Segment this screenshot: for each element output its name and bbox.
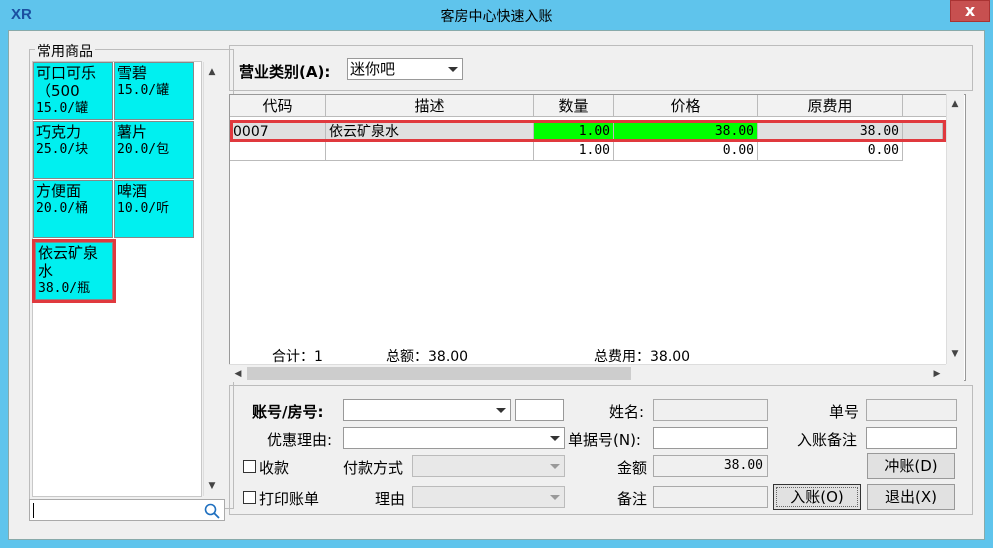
scroll-left-icon[interactable]: ◀: [230, 366, 246, 382]
receipt-no-label: 单据号(N):: [568, 431, 641, 449]
window-title: 客房中心快速入账: [440, 9, 553, 25]
cell-cost[interactable]: 0.00: [758, 142, 903, 161]
scroll-up-icon[interactable]: ▲: [947, 96, 963, 112]
payment-method-select[interactable]: [412, 455, 565, 477]
cell-code[interactable]: [230, 142, 326, 161]
footer-total-cost: 总费用：38.00: [594, 349, 691, 365]
product-tile[interactable]: 雪碧 15.0/罐: [114, 62, 194, 120]
business-type-panel: [229, 45, 973, 91]
print-bill-checkbox[interactable]: [243, 491, 256, 504]
post-charge-button[interactable]: 入账(O): [773, 484, 861, 510]
cell-filler: [903, 123, 943, 142]
account-label: 账号/房号:: [252, 403, 324, 421]
cell-desc[interactable]: 依云矿泉水: [326, 123, 534, 142]
receipt-no-input[interactable]: [653, 427, 768, 449]
scroll-thumb[interactable]: [247, 367, 631, 380]
product-tile[interactable]: 巧克力 25.0/块: [33, 121, 113, 179]
amount-field[interactable]: 38.00: [653, 455, 768, 477]
footer-total: 总额：38.00: [386, 349, 469, 365]
reason-select[interactable]: [412, 486, 565, 508]
cell-code[interactable]: 0007: [230, 123, 326, 142]
reverse-charge-button[interactable]: 冲账(D): [867, 453, 955, 479]
chevron-down-icon: [550, 436, 560, 441]
cell-price[interactable]: 38.00: [614, 123, 758, 142]
column-header-qty[interactable]: 数量: [534, 95, 614, 117]
chevron-down-icon: [496, 408, 506, 413]
name-label: 姓名:: [609, 403, 645, 421]
room-extra-field[interactable]: [515, 399, 564, 421]
text-caret: [33, 503, 34, 518]
grid-horizontal-scrollbar[interactable]: ◀ ▶: [229, 364, 946, 382]
scrollbar-corner: [946, 364, 964, 382]
product-tile[interactable]: 啤酒 10.0/听: [114, 180, 194, 238]
product-list-scrollbar[interactable]: ▲ ▼: [203, 62, 220, 496]
close-button[interactable]: x: [950, 0, 990, 22]
title-bar: XR 客房中心快速入账 x: [0, 0, 993, 30]
product-tile[interactable]: 方便面 20.0/桶: [33, 180, 113, 238]
product-tile[interactable]: 薯片 20.0/包: [114, 121, 194, 179]
footer-count: 合计：1: [272, 349, 323, 365]
table-row[interactable]: 0007 依云矿泉水 1.00 38.00 38.00: [230, 123, 950, 142]
business-type-label: 营业类别(A):: [239, 63, 331, 81]
column-header-filler: [903, 95, 950, 117]
account-room-select[interactable]: [343, 399, 511, 421]
search-icon[interactable]: [203, 502, 221, 520]
scroll-down-icon[interactable]: ▼: [947, 346, 963, 362]
guest-name-field[interactable]: [653, 399, 768, 421]
reason-label: 理由: [375, 490, 406, 508]
dialog-client-area: 常用商品 可口可乐（500 15.0/罐 雪碧 15.0/罐 巧克力 25.0/…: [8, 30, 985, 540]
column-header-code[interactable]: 代码: [230, 95, 326, 117]
column-header-price[interactable]: 价格: [614, 95, 758, 117]
amount-label: 金额: [617, 459, 648, 477]
chevron-down-icon: [550, 464, 560, 469]
chevron-down-icon: [550, 495, 560, 500]
scroll-up-icon[interactable]: ▲: [204, 64, 220, 80]
product-search-input[interactable]: [29, 499, 225, 521]
charge-items-grid: 代码 描述 数量 价格 原费用 0007 依云矿泉水 1.00 38.00 38…: [229, 94, 966, 381]
payment-method-label: 付款方式: [343, 459, 404, 477]
cell-cost[interactable]: 38.00: [758, 123, 903, 142]
posting-form-panel: [229, 385, 973, 515]
product-tile-list: 可口可乐（500 15.0/罐 雪碧 15.0/罐 巧克力 25.0/块 薯片 …: [32, 61, 220, 497]
product-tile-selected[interactable]: 依云矿泉水 38.0/瓶: [32, 239, 116, 303]
note-label: 备注: [617, 490, 648, 508]
scroll-down-icon[interactable]: ▼: [204, 478, 220, 494]
note-field[interactable]: [653, 486, 768, 508]
common-products-title: 常用商品: [35, 41, 95, 61]
scroll-right-icon[interactable]: ▶: [929, 366, 945, 382]
cell-qty[interactable]: 1.00: [534, 142, 614, 161]
chevron-down-icon: [448, 67, 458, 72]
order-no-label: 单号: [829, 403, 860, 421]
grid-vertical-scrollbar[interactable]: ▲ ▼: [946, 94, 964, 364]
column-header-desc[interactable]: 描述: [326, 95, 534, 117]
cell-desc[interactable]: [326, 142, 534, 161]
cell-price[interactable]: 0.00: [614, 142, 758, 161]
collect-payment-label: 收款: [259, 459, 290, 477]
posting-remark-label: 入账备注: [797, 431, 858, 449]
column-header-cost[interactable]: 原费用: [758, 95, 903, 117]
exit-button[interactable]: 退出(X): [867, 484, 955, 510]
print-bill-label: 打印账单: [259, 490, 320, 508]
table-row[interactable]: 1.00 0.00 0.00: [230, 142, 950, 161]
product-tile[interactable]: 可口可乐（500 15.0/罐: [33, 62, 113, 120]
business-type-select[interactable]: 迷你吧: [347, 58, 463, 80]
discount-reason-select[interactable]: [343, 427, 565, 449]
collect-payment-checkbox[interactable]: [243, 460, 256, 473]
grid-footer: 合计：1 总额：38.00 总费用：38.00: [230, 345, 760, 365]
order-no-field[interactable]: [866, 399, 957, 421]
grid-header: 代码 描述 数量 价格 原费用: [230, 95, 950, 117]
business-type-value: 迷你吧: [350, 60, 396, 78]
discount-reason-label: 优惠理由:: [267, 431, 333, 449]
cell-qty[interactable]: 1.00: [534, 123, 614, 142]
posting-remark-input[interactable]: [866, 427, 957, 449]
